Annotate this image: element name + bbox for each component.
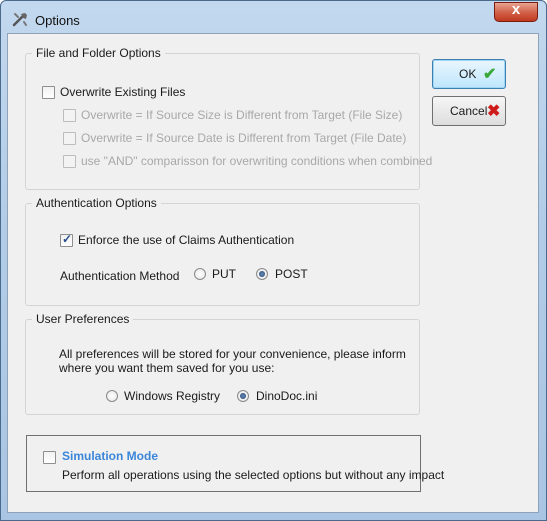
overwrite-existing-label: Overwrite Existing Files [60,85,186,99]
dinodoc-ini-radio[interactable] [237,390,249,402]
windows-registry-label: Windows Registry [124,389,221,403]
user-preferences-title: User Preferences [36,312,130,326]
overwrite-existing-checkbox[interactable] [42,86,55,99]
and-comparison-label: use "AND" comparisson for overwriting co… [81,154,433,168]
close-icon: x [511,1,521,18]
authentication-title: Authentication Options [36,196,157,210]
post-radio[interactable] [256,268,268,280]
cancel-button-label: Cancel [450,104,488,118]
preferences-description-line2: where you want them saved for you use: [59,361,275,375]
enforce-claims-checkbox[interactable]: ✓ [60,232,73,247]
post-label: POST [275,267,308,281]
red-x-icon: ✖ [487,103,501,120]
and-comparison-checkbox[interactable] [63,155,76,168]
simulation-mode-panel [26,435,421,492]
window-title: Options [35,13,80,28]
put-radio[interactable] [194,268,206,280]
authentication-group: Authentication Options [25,196,420,306]
title-bar[interactable]: Options x [1,1,546,37]
tools-icon [11,11,29,27]
overwrite-date-checkbox[interactable] [63,132,76,145]
radio-selected-dot [259,271,265,277]
file-folder-title: File and Folder Options [36,46,161,60]
checkmark-icon: ✓ [62,232,73,246]
checkmark-icon: ✔ [483,66,497,83]
simulation-mode-checkbox[interactable] [43,451,56,464]
simulation-mode-description: Perform all operations using the selecte… [62,468,445,482]
auth-method-label: Authentication Method [60,269,180,283]
overwrite-size-checkbox[interactable] [63,109,76,122]
simulation-mode-title: Simulation Mode [62,449,158,463]
put-label: PUT [212,267,236,281]
close-button[interactable]: x [494,1,538,22]
overwrite-date-label: Overwrite = If Source Date is Different … [81,131,407,145]
preferences-description-line1: All preferences will be stored for your … [59,347,406,361]
cancel-button[interactable]: Cancel ✖ [432,96,506,126]
radio-selected-dot [240,393,246,399]
ok-button[interactable]: OK ✔ [432,59,506,89]
windows-registry-radio[interactable] [106,390,118,402]
enforce-claims-label: Enforce the use of Claims Authentication [78,233,295,247]
overwrite-size-label: Overwrite = If Source Size is Different … [81,108,403,122]
ok-button-label: OK [459,67,477,81]
dinodoc-ini-label: DinoDoc.ini [256,389,318,403]
